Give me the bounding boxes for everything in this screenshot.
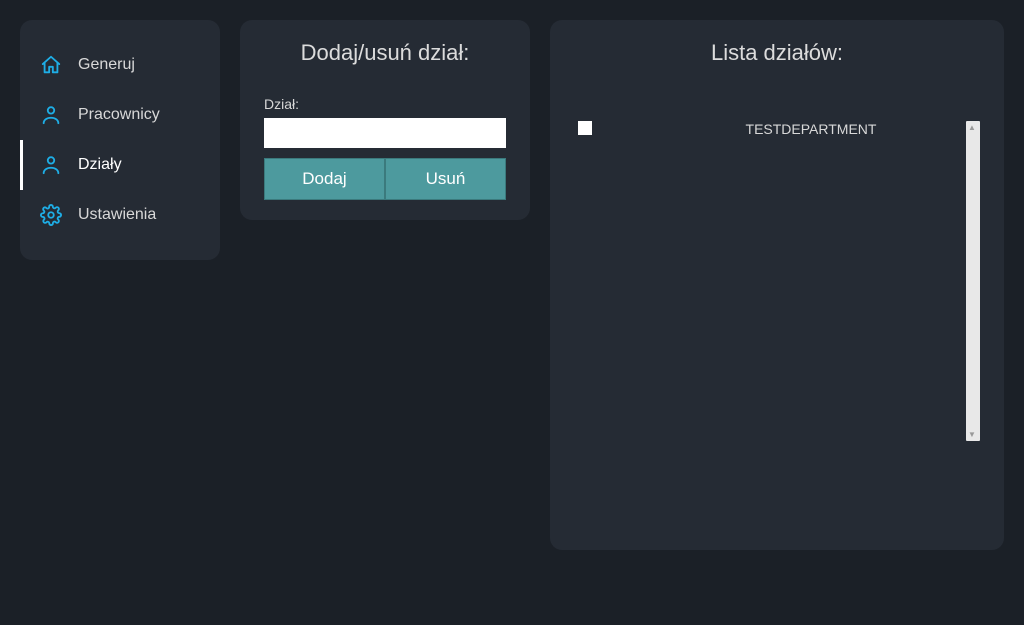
list-area: TESTDEPARTMENT (574, 121, 980, 541)
row-department-name: TESTDEPARTMENT (672, 121, 950, 137)
sidebar-item-pracownicy[interactable]: Pracownicy (20, 90, 220, 140)
button-row: Dodaj Usuń (264, 158, 506, 200)
scrollbar[interactable] (966, 121, 980, 441)
person-icon (40, 104, 62, 126)
sidebar-item-label: Ustawienia (78, 206, 156, 224)
sidebar-item-label: Działy (78, 156, 122, 174)
list-title: Lista działów: (574, 40, 980, 66)
department-input[interactable] (264, 118, 506, 148)
sidebar-item-label: Generuj (78, 56, 135, 74)
sidebar: Generuj Pracownicy Działy Ustawienia (20, 20, 220, 260)
department-field-label: Dział: (264, 96, 506, 112)
remove-button[interactable]: Usuń (385, 158, 506, 200)
person-icon (40, 154, 62, 176)
form-title: Dodaj/usuń dział: (264, 40, 506, 66)
list-row: TESTDEPARTMENT (574, 121, 954, 137)
department-list-panel: Lista działów: TESTDEPARTMENT (550, 20, 1004, 550)
sidebar-item-dzialy[interactable]: Działy (20, 140, 220, 190)
add-button[interactable]: Dodaj (264, 158, 385, 200)
add-remove-panel: Dodaj/usuń dział: Dział: Dodaj Usuń (240, 20, 530, 220)
row-checkbox[interactable] (578, 121, 592, 135)
home-icon (40, 54, 62, 76)
sidebar-item-generuj[interactable]: Generuj (20, 40, 220, 90)
gear-icon (40, 204, 62, 226)
sidebar-item-ustawienia[interactable]: Ustawienia (20, 190, 220, 240)
sidebar-item-label: Pracownicy (78, 106, 160, 124)
list-content: TESTDEPARTMENT (574, 121, 954, 541)
